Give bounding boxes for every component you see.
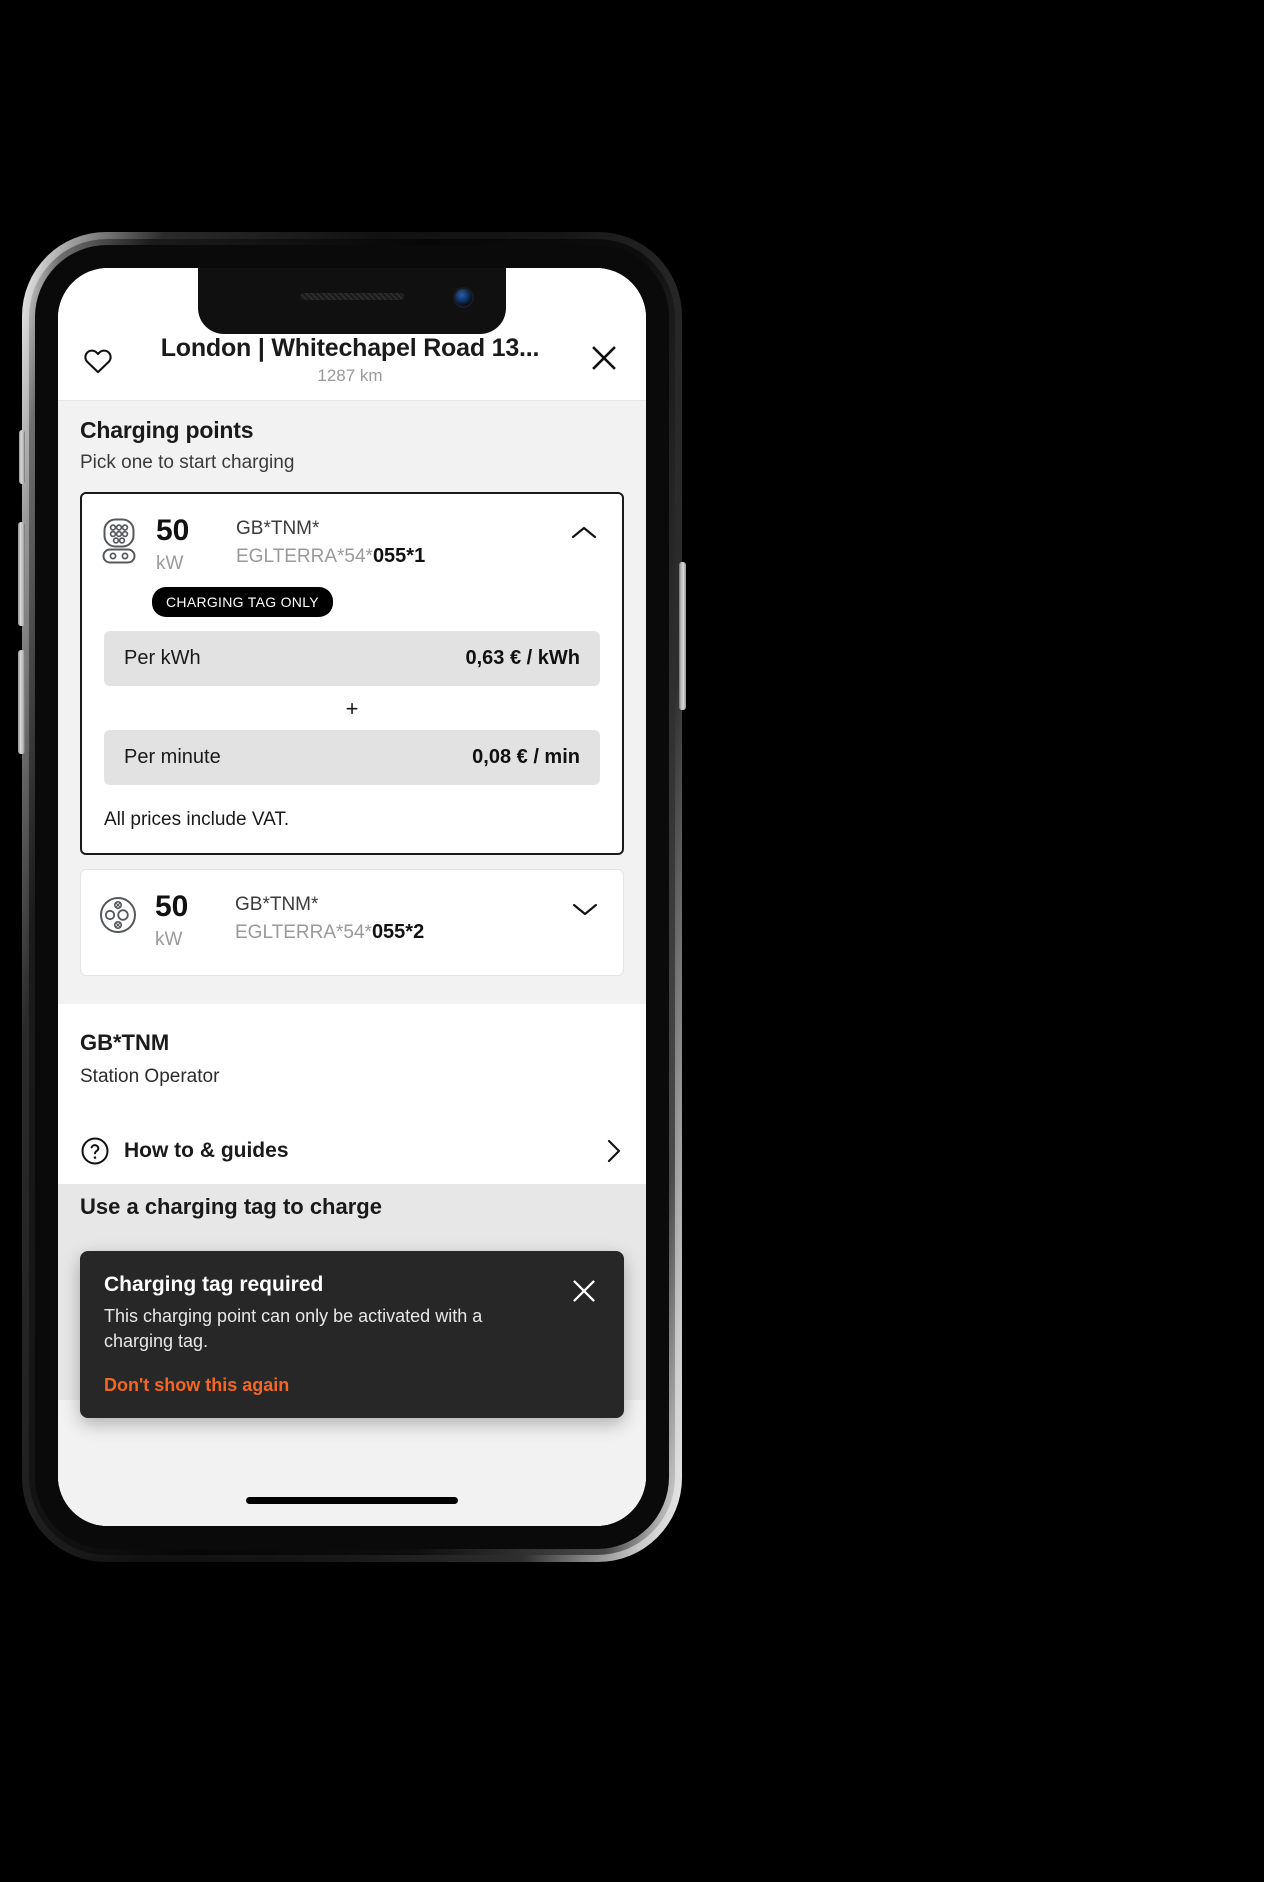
guides-label: How to & guides [124, 1139, 289, 1163]
charging-power-2: 50 kW [155, 892, 221, 951]
section-subtitle: Pick one to start charging [80, 452, 295, 474]
phone-device: London | Whitechapel Road 13... 1287 km … [18, 232, 686, 1562]
ccs-connector-glyph [102, 518, 136, 564]
phone-notch [198, 268, 506, 334]
close-icon [573, 1280, 595, 1303]
evse-id-suffix: 055*1 [372, 544, 426, 567]
app-container: London | Whitechapel Road 13... 1287 km … [58, 268, 646, 1526]
evse-id-suffix: 055*2 [371, 920, 425, 943]
power-button[interactable] [679, 562, 686, 710]
use-charging-tag-heading: Use a charging tag to charge [58, 1184, 646, 1221]
operator-name: GB*TNM [80, 1030, 170, 1056]
price-operator: + [345, 696, 359, 722]
operator-block: GB*TNM Station Operator [58, 1004, 646, 1089]
power-value: 50 [156, 514, 190, 548]
charging-point-header-2[interactable]: 50 kW GB*TNM* EGLTERRA*54*055*2 [81, 870, 623, 975]
favorite-button[interactable] [78, 338, 118, 382]
evse-id-prefix: EGLTERRA*54* [236, 545, 373, 567]
chevron-down-icon [572, 904, 598, 916]
toast-body: Charging tag required This charging poin… [104, 1273, 556, 1396]
price-value: 0,63 € / kWh [465, 647, 581, 670]
front-camera-icon [455, 289, 472, 306]
charging-tag-toast: Charging tag required This charging poin… [80, 1251, 624, 1418]
chevron-up-icon [571, 527, 597, 539]
chademo-connector-icon [99, 892, 141, 941]
charging-point-ids-2: GB*TNM* EGLTERRA*54*055*2 [235, 892, 551, 946]
close-button[interactable] [582, 336, 626, 380]
operator-role: Station Operator [80, 1066, 220, 1088]
price-row-per-minute: Per minute 0,08 € / min [104, 730, 600, 786]
charging-point-header-1[interactable]: 50 kW GB*TNM* EGLTERRA*54*055*1 [82, 494, 622, 581]
status-badge: CHARGING TAG ONLY [152, 587, 333, 618]
operator-prefix: GB*TNM* [235, 894, 319, 916]
price-block-1: Per kWh 0,63 € / kWh + Per minute 0,08 €… [82, 617, 622, 791]
power-unit: kW [156, 553, 184, 575]
toast-close-button[interactable] [566, 1273, 602, 1309]
section-title: Charging points [80, 417, 254, 444]
dont-show-again-link[interactable]: Don't show this again [104, 1375, 289, 1396]
toast-title: Charging tag required [104, 1273, 324, 1297]
price-value: 0,08 € / min [472, 746, 580, 769]
operator-prefix: GB*TNM* [236, 518, 320, 540]
evse-id: EGLTERRA*54*055*2 [235, 918, 551, 947]
charging-points-section-header: Charging points Pick one to start chargi… [58, 401, 646, 474]
volume-down-button[interactable] [18, 650, 25, 754]
evse-id: EGLTERRA*54*055*1 [236, 542, 550, 571]
collapse-toggle-1[interactable] [564, 516, 604, 542]
close-icon [592, 346, 616, 370]
price-label: Per minute [124, 746, 221, 769]
header-text-group: London | Whitechapel Road 13... 1287 km [118, 334, 582, 386]
charging-point-card-1[interactable]: 50 kW GB*TNM* EGLTERRA*54*055*1 CHARGING… [80, 492, 624, 856]
charging-power-1: 50 kW [156, 516, 222, 575]
chademo-connector-glyph [100, 897, 136, 934]
distance-label: 1287 km [317, 365, 383, 385]
page-title: London | Whitechapel Road 13... [160, 334, 540, 362]
charging-point-list: 50 kW GB*TNM* EGLTERRA*54*055*1 CHARGING… [58, 474, 646, 1004]
expand-toggle-2[interactable] [565, 892, 605, 918]
home-indicator[interactable] [246, 1497, 458, 1504]
charging-point-card-2[interactable]: 50 kW GB*TNM* EGLTERRA*54*055*2 [80, 869, 624, 977]
phone-screen: London | Whitechapel Road 13... 1287 km … [58, 268, 646, 1526]
toast-message: This charging point can only be activate… [104, 1306, 483, 1351]
power-unit: kW [155, 929, 183, 951]
chevron-right-icon [607, 1140, 621, 1163]
heart-icon [84, 349, 112, 373]
price-label: Per kWh [124, 647, 201, 670]
price-row-per-kwh: Per kWh 0,63 € / kWh [104, 631, 600, 687]
charging-point-ids-1: GB*TNM* EGLTERRA*54*055*1 [236, 516, 550, 570]
how-to-and-guides-row[interactable]: How to & guides [58, 1088, 646, 1185]
earpiece-speaker-icon [300, 293, 404, 300]
power-value: 50 [155, 890, 189, 924]
ccs-connector-icon [100, 516, 142, 569]
silent-switch-button[interactable] [19, 430, 25, 484]
volume-up-button[interactable] [18, 522, 25, 626]
evse-id-prefix: EGLTERRA*54* [235, 921, 372, 943]
vat-note: All prices include VAT. [104, 809, 290, 831]
question-circle-icon [81, 1137, 109, 1165]
badge-row-1: CHARGING TAG ONLY [82, 581, 622, 618]
